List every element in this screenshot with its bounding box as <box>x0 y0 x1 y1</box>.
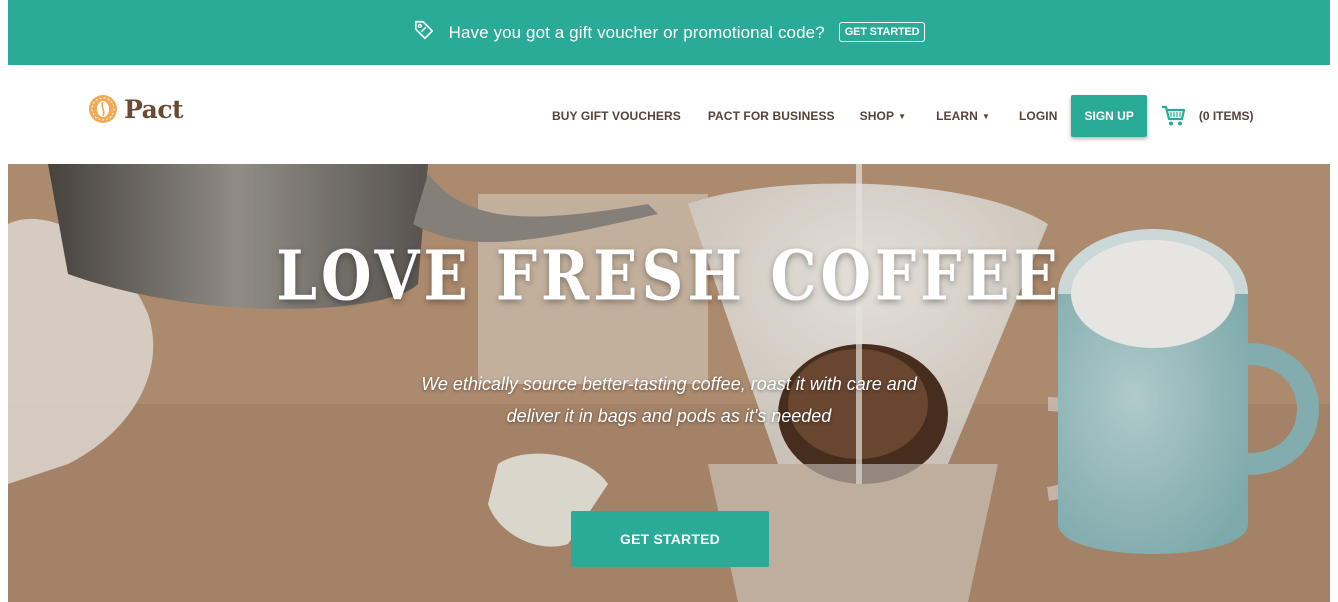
coffee-bean-logo-icon <box>89 95 117 123</box>
nav-shop-label: SHOP <box>859 109 895 123</box>
nav-learn-label: LEARN <box>936 109 978 123</box>
pact-logo[interactable]: Pact <box>88 94 184 124</box>
chevron-down-icon: ▼ <box>981 111 990 121</box>
chevron-down-icon: ▼ <box>898 111 907 121</box>
cart-items-count: (0 ITEMS) <box>1198 109 1254 123</box>
hero-subtitle-line-1: We ethically source better-tasting coffe… <box>421 374 917 394</box>
cart-link[interactable]: (0 ITEMS) <box>1161 104 1254 128</box>
promo-text: Have you got a gift voucher or promotion… <box>448 22 825 42</box>
main-nav: BUY GIFT VOUCHERS PACT FOR BUSINESS SHOP… <box>552 95 1254 137</box>
hero-subtitle: We ethically source better-tasting coffe… <box>419 368 919 432</box>
tag-icon <box>414 20 433 39</box>
nav-buy-gift-vouchers[interactable]: BUY GIFT VOUCHERS <box>552 109 681 123</box>
sign-up-button[interactable]: SIGN UP <box>1071 95 1147 137</box>
shopping-cart-icon <box>1161 105 1185 126</box>
nav-learn[interactable]: LEARN ▼ <box>936 109 990 123</box>
hero-get-started-button[interactable]: GET STARTED <box>571 511 769 567</box>
nav-pact-for-business[interactable]: PACT FOR BUSINESS <box>708 109 835 123</box>
site-header: Pact BUY GIFT VOUCHERS PACT FOR BUSINESS… <box>8 65 1330 164</box>
hero-title: LOVE FRESH COFFEE <box>276 236 1062 317</box>
logo-wordmark: Pact <box>124 94 184 124</box>
nav-login[interactable]: LOGIN <box>1019 109 1058 123</box>
hero-subtitle-line-2: deliver it in bags and pods as it's need… <box>506 406 832 426</box>
promo-get-started-button[interactable]: GET STARTED <box>838 21 926 42</box>
hero-banner: LOVE FRESH COFFEE We ethically source be… <box>8 164 1330 602</box>
promo-banner: Have you got a gift voucher or promotion… <box>8 0 1330 65</box>
nav-shop[interactable]: SHOP ▼ <box>860 109 906 123</box>
